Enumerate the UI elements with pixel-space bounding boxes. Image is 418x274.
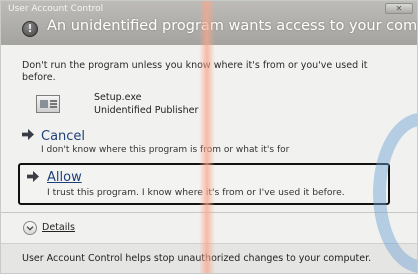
close-button[interactable]: ✕ xyxy=(385,3,413,14)
shield-warning-icon: ! xyxy=(22,21,38,37)
allow-label: Allow xyxy=(47,170,82,185)
footer-text: User Account Control helps stop unauthor… xyxy=(22,253,372,264)
arrow-right-icon xyxy=(27,171,39,182)
program-icon xyxy=(36,95,60,113)
allow-description: I trust this program. I know where it's … xyxy=(47,187,345,198)
chevron-down-icon xyxy=(23,221,37,235)
uac-dialog: User Account Control ✕ ! An unidentified… xyxy=(0,0,418,274)
cancel-option[interactable]: Cancel I don't know where this program i… xyxy=(22,129,322,159)
details-label: Details xyxy=(42,222,75,233)
divider xyxy=(1,212,417,213)
cancel-description: I don't know where this program is from … xyxy=(41,145,290,155)
window-title: User Account Control xyxy=(8,4,104,14)
program-name: Setup.exe xyxy=(94,92,142,103)
footer: User Account Control helps stop unauthor… xyxy=(1,243,417,273)
program-publisher: Unidentified Publisher xyxy=(94,105,199,116)
allow-option[interactable]: Allow I trust this program. I know where… xyxy=(18,163,390,205)
details-toggle[interactable]: Details xyxy=(23,219,93,237)
cancel-label: Cancel xyxy=(41,129,86,144)
header-title: An unidentified program wants access to … xyxy=(47,18,418,34)
warning-text: Don't run the program unless you know wh… xyxy=(22,60,368,83)
arrow-right-icon xyxy=(22,129,34,140)
title-bar: User Account Control ✕ ! An unidentified… xyxy=(1,1,418,45)
